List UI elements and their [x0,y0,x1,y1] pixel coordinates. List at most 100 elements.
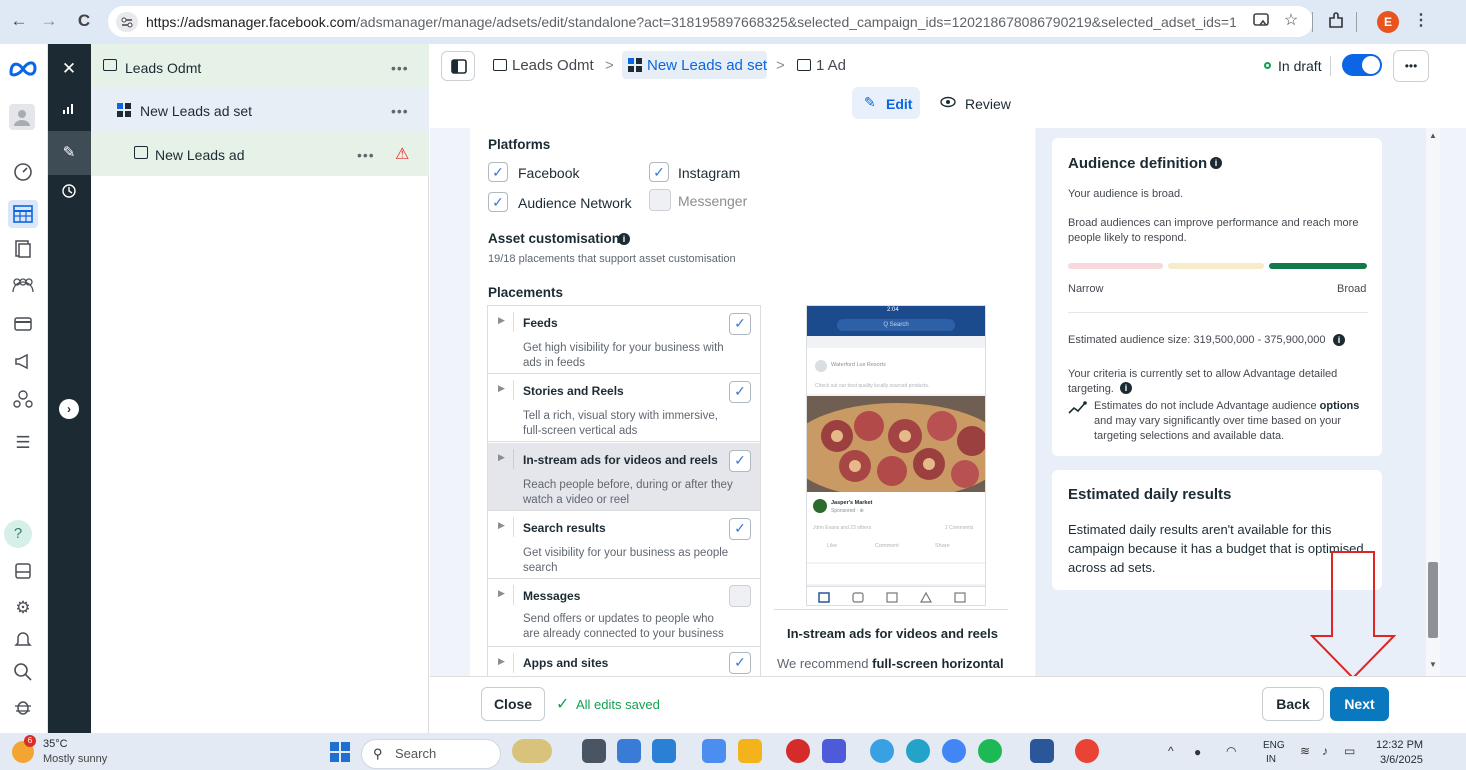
campaign-chart-icon[interactable] [58,100,80,122]
edge-icon[interactable] [906,739,930,763]
spotify-icon[interactable] [978,739,1002,763]
expand-chevron-icon[interactable]: › [59,399,79,419]
notifications-inbox-icon[interactable] [10,560,36,586]
audiences-people-icon[interactable] [10,274,36,300]
warning-triangle-icon[interactable]: ⚠ [395,144,409,164]
close-button[interactable]: Close [481,687,545,721]
messages-checkbox[interactable] [729,585,751,607]
info-icon[interactable]: i [1120,382,1132,394]
instream-checkbox[interactable]: ✓ [729,450,751,472]
file-explorer-icon[interactable] [738,739,762,763]
tray-app-icon[interactable]: ● [1194,745,1201,759]
hamburger-menu-icon[interactable]: ☰ [10,430,36,456]
browser-menu-icon[interactable]: ⋮ [1410,10,1432,32]
cast-icon[interactable] [1250,10,1272,32]
clock-time[interactable]: 12:32 PM [1376,739,1423,751]
draft-toggle[interactable] [1342,54,1382,76]
review-mode-tab[interactable]: Review [965,96,1011,112]
settings-gear-icon[interactable]: ⚙ [10,595,36,621]
header-more-button[interactable]: ••• [1393,50,1429,82]
reload-icon[interactable]: C [73,10,95,32]
expand-caret-icon[interactable]: ▶ [498,656,505,667]
browser-icon[interactable] [870,739,894,763]
app-icon[interactable] [702,739,726,763]
dashboard-gauge-icon[interactable] [10,161,36,187]
tray-network-icon[interactable]: ◠ [1226,744,1236,758]
help-question-icon[interactable]: ? [4,520,32,548]
url-text[interactable]: https://adsmanager.facebook.com/adsmanag… [146,14,1236,30]
expand-caret-icon[interactable]: ▶ [498,383,505,394]
meta-logo-icon[interactable] [8,58,38,80]
breadcrumb-ad[interactable]: 1 Ad [816,57,846,74]
opera-browser-icon[interactable] [786,739,810,763]
pencil-edit-icon[interactable]: ✎ [58,142,80,164]
teams-icon[interactable] [822,739,846,763]
audience-network-checkbox[interactable]: ✓ [488,192,508,212]
adset-more-icon[interactable]: ••• [391,103,409,119]
copilot-icon[interactable] [617,739,641,763]
site-info-icon[interactable] [116,12,138,32]
bell-icon[interactable] [10,628,36,654]
facebook-checkbox[interactable]: ✓ [488,162,508,182]
info-icon[interactable]: i [618,233,630,245]
info-icon[interactable]: i [1333,334,1345,346]
search-icon[interactable] [10,661,36,687]
widgets-icon[interactable] [512,739,552,763]
task-view-icon[interactable] [582,739,606,763]
billing-card-icon[interactable] [10,313,36,339]
close-x-icon[interactable]: ✕ [58,58,80,80]
feeds-checkbox[interactable]: ✓ [729,313,751,335]
placement-desc: Reach people before, during or after the… [523,479,733,506]
extensions-icon[interactable] [1325,10,1347,32]
wifi-icon[interactable]: ≋ [1300,744,1310,758]
profile-avatar[interactable]: E [1377,11,1399,33]
placement-title: Messages [523,589,581,603]
toggle-panel-button[interactable] [441,51,475,81]
campaign-more-icon[interactable]: ••• [391,60,409,76]
pages-icon[interactable] [10,238,36,264]
account-avatar[interactable] [9,104,35,130]
back-button[interactable]: Back [1262,687,1324,721]
info-icon[interactable]: i [1210,157,1222,169]
windows-start-icon[interactable] [330,742,350,762]
ads-manager-table-icon[interactable] [8,200,38,228]
ad-more-icon[interactable]: ••• [357,147,375,163]
apps-sites-checkbox[interactable]: ✓ [729,652,751,674]
megaphone-icon[interactable] [10,350,36,376]
breadcrumb-adset[interactable]: New Leads ad set [647,57,767,74]
expand-caret-icon[interactable]: ▶ [498,520,505,531]
forward-arrow-icon[interactable]: → [38,10,60,32]
chrome-icon[interactable] [942,739,966,763]
language-region[interactable]: IN [1266,754,1276,765]
phone-time: 2:04 [887,307,899,313]
breadcrumb-folder-icon [493,59,507,71]
divider [513,653,514,673]
word-icon[interactable] [1030,739,1054,763]
expand-caret-icon[interactable]: ▶ [498,452,505,463]
tray-chevron-icon[interactable]: ^ [1168,744,1174,758]
expand-caret-icon[interactable]: ▶ [498,315,505,326]
clock-date[interactable]: 3/6/2025 [1380,754,1423,766]
bug-report-icon[interactable] [10,696,36,722]
scrollbar-thumb[interactable] [1428,562,1438,638]
next-button[interactable]: Next [1330,687,1389,721]
stories-checkbox[interactable]: ✓ [729,381,751,403]
scroll-down-icon[interactable]: ▼ [1429,660,1437,669]
history-clock-icon[interactable] [58,183,80,205]
messenger-checkbox[interactable] [649,189,671,211]
business-settings-icon[interactable] [10,388,36,414]
language-code[interactable]: ENG [1263,740,1285,751]
tree-ad-label: New Leads ad [155,147,245,163]
search-results-checkbox[interactable]: ✓ [729,518,751,540]
bookmark-star-icon[interactable]: ☆ [1280,10,1302,32]
breadcrumb-campaign[interactable]: Leads Odmt [512,57,594,74]
placement-desc: Tell a rich, visual story with immersive… [523,410,718,437]
back-arrow-icon[interactable]: ← [8,10,30,32]
expand-caret-icon[interactable]: ▶ [498,588,505,599]
scroll-up-icon[interactable]: ▲ [1429,131,1437,140]
instagram-checkbox[interactable]: ✓ [649,162,669,182]
battery-icon[interactable]: ▭ [1344,744,1355,758]
chrome-profile-icon[interactable] [1075,739,1099,763]
app-icon[interactable] [652,739,676,763]
volume-icon[interactable]: ♪ [1322,744,1328,758]
